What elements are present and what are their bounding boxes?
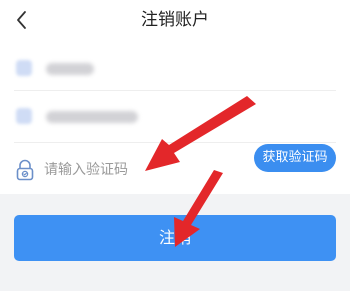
divider	[14, 90, 336, 91]
phone-number-redacted	[46, 111, 138, 123]
top-bar: 注销账户	[0, 0, 350, 40]
account-name-redacted	[46, 63, 94, 75]
divider	[14, 142, 336, 143]
page-title: 注销账户	[141, 10, 209, 30]
verification-code-input[interactable]	[44, 158, 244, 182]
account-name-row	[0, 48, 350, 88]
cancel-account-button[interactable]: 注销	[14, 215, 336, 261]
cancel-account-form: 获取验证码	[0, 40, 350, 194]
phone-icon	[16, 108, 32, 124]
get-verification-code-button[interactable]: 获取验证码	[254, 144, 336, 172]
lock-icon	[16, 159, 34, 181]
phone-row	[0, 96, 350, 136]
user-icon	[16, 60, 32, 76]
